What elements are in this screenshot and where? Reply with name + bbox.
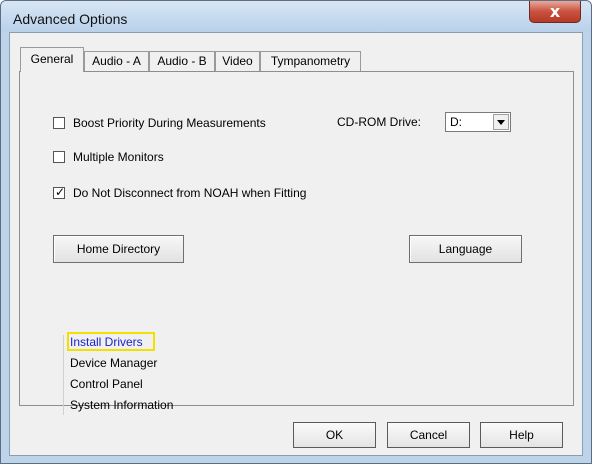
home-directory-button[interactable]: Home Directory	[53, 235, 184, 263]
cancel-button[interactable]: Cancel	[387, 422, 470, 448]
cdrom-drive-value: D:	[450, 115, 462, 129]
link-list-divider	[63, 335, 64, 415]
tab-audio-b[interactable]: Audio - B	[149, 51, 215, 71]
help-button[interactable]: Help	[480, 422, 563, 448]
install-drivers-link[interactable]: Install Drivers	[70, 335, 143, 349]
advanced-options-window: Advanced Options x General Audio - A Aud…	[0, 0, 592, 464]
tab-audio-a[interactable]: Audio - A	[84, 51, 149, 71]
close-button[interactable]: x	[529, 1, 581, 23]
control-panel-link[interactable]: Control Panel	[70, 377, 143, 391]
window-title: Advanced Options	[13, 11, 128, 27]
do-not-disconnect-checkbox[interactable]: ✓	[53, 185, 66, 199]
checkmark-icon: ✓	[55, 185, 66, 199]
ok-button[interactable]: OK	[293, 422, 376, 448]
close-icon: x	[549, 2, 561, 21]
boost-priority-label: Boost Priority During Measurements	[73, 116, 266, 130]
dialog-body: General Audio - A Audio - B Video Tympan…	[9, 32, 583, 456]
system-information-link[interactable]: System Information	[70, 398, 173, 412]
multiple-monitors-label: Multiple Monitors	[73, 150, 164, 164]
cdrom-drive-select[interactable]: D:	[445, 112, 511, 132]
multiple-monitors-checkbox[interactable]	[53, 151, 65, 163]
title-bar[interactable]: Advanced Options x	[1, 1, 591, 32]
language-button[interactable]: Language	[409, 235, 522, 263]
do-not-disconnect-label: Do Not Disconnect from NOAH when Fitting	[73, 186, 307, 200]
dropdown-arrow-icon[interactable]	[493, 114, 509, 130]
tab-tympanometry[interactable]: Tympanometry	[260, 51, 361, 71]
boost-priority-checkbox[interactable]	[53, 117, 65, 129]
cdrom-drive-label: CD-ROM Drive:	[337, 115, 421, 129]
tab-general[interactable]: General	[20, 47, 84, 72]
tab-video[interactable]: Video	[215, 51, 260, 71]
device-manager-link[interactable]: Device Manager	[70, 356, 157, 370]
general-tab-panel: Boost Priority During Measurements Multi…	[19, 71, 574, 415]
